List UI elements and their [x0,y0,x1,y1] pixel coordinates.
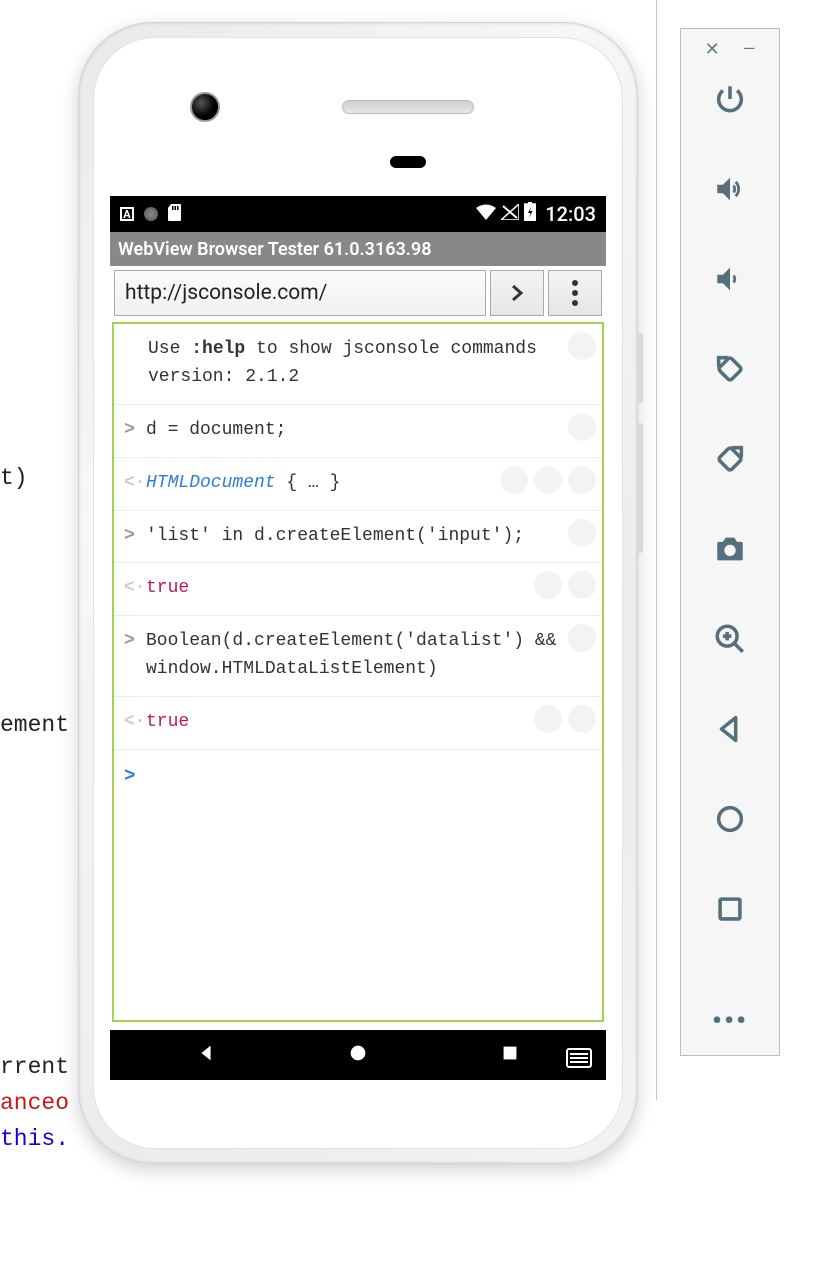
js-console[interactable]: Use :help to show jsconsole commands ver… [112,322,604,1022]
power-icon[interactable] [709,78,751,120]
row-action-icon[interactable] [568,413,596,441]
row-action-icon[interactable] [568,571,596,599]
row-action-icon[interactable] [500,466,528,494]
console-help: Use :help to show jsconsole commands ver… [114,324,602,405]
bg-code-frag: anceo [0,1090,69,1116]
rotate-left-icon[interactable] [709,348,751,390]
android-statusbar: A 12:03 [110,196,606,232]
row-action-icon[interactable] [534,705,562,733]
device-side-button [637,333,643,403]
volume-down-icon[interactable] [709,258,751,300]
console-result: true [146,575,588,603]
help-text: to show jsconsole commands [245,339,537,359]
signal-icon [501,204,519,225]
device-frame: A 12:03 [78,22,638,1164]
console-output-row: <· true [114,697,602,750]
row-action-icon[interactable] [568,332,596,360]
console-input-row: > d = document; [114,405,602,458]
console-result: true [146,709,588,737]
console-output-row: <· HTMLDocument { … } [114,458,602,511]
console-active-prompt[interactable]: > [114,750,602,803]
console-code: d = document; [146,417,588,445]
status-app-icon: A [120,207,134,221]
menu-button[interactable] [548,270,602,316]
nav-overview-icon[interactable] [499,1042,521,1068]
bg-code-frag: t) [0,465,28,491]
prompt-out-icon: <· [124,470,138,498]
url-input[interactable]: http://jsconsole.com/ [114,270,486,316]
status-circle-icon [144,207,158,221]
help-text: Use [148,339,191,359]
nav-keyboard-icon[interactable] [566,1048,592,1068]
prompt-active-icon: > [124,762,138,791]
bg-code-frag: this. [0,1126,69,1152]
device-camera [190,92,220,122]
device-sensor [390,156,426,168]
battery-icon [524,202,536,226]
row-action-icon[interactable] [568,624,596,652]
overview-icon[interactable] [709,888,751,930]
minimize-icon[interactable]: — [743,39,756,60]
more-icon[interactable]: ••• [712,1004,748,1037]
row-action-icon[interactable] [568,466,596,494]
volume-up-icon[interactable] [709,168,751,210]
zoom-icon[interactable] [709,618,751,660]
emulator-toolbar: ✕ — ••• [680,28,780,1056]
rotate-right-icon[interactable] [709,438,751,480]
row-action-icon[interactable] [534,571,562,599]
camera-icon[interactable] [709,528,751,570]
prompt-out-icon: <· [124,709,138,737]
row-action-icon[interactable] [568,705,596,733]
prompt-out-icon: <· [124,575,138,603]
close-icon[interactable]: ✕ [705,39,720,60]
app-title: WebView Browser Tester 61.0.3163.98 [118,239,432,260]
status-sd-icon [168,204,183,225]
back-icon[interactable] [709,708,751,750]
home-icon[interactable] [709,798,751,840]
row-action-icon[interactable] [568,519,596,547]
vertical-separator [656,0,657,1100]
wifi-icon [476,204,496,225]
android-navbar [110,1030,606,1080]
console-code: Boolean(d.createElement('datalist') && w… [146,628,588,684]
console-output-row: <· true [114,563,602,616]
app-titlebar: WebView Browser Tester 61.0.3163.98 [110,232,606,266]
status-clock: 12:03 [545,202,596,226]
console-input-row: > Boolean(d.createElement('datalist') &&… [114,616,602,697]
help-version: version: 2.1.2 [148,367,299,387]
device-screen: A 12:03 [110,196,606,1080]
url-toolbar: http://jsconsole.com/ [110,266,606,320]
menu-dots-icon [572,280,578,306]
row-action-icon[interactable] [534,466,562,494]
bg-code-frag: ement [0,712,69,738]
device-speaker [342,100,474,114]
console-input-row: > 'list' in d.createElement('input'); [114,511,602,564]
bg-code-frag: rrent [0,1054,69,1080]
url-text: http://jsconsole.com/ [125,281,327,305]
device-side-button [637,423,643,553]
prompt-in-icon: > [124,628,138,656]
help-command: :help [191,339,245,359]
nav-home-icon[interactable] [347,1042,369,1068]
prompt-in-icon: > [124,417,138,445]
nav-back-icon[interactable] [195,1042,217,1068]
prompt-in-icon: > [124,523,138,551]
go-button[interactable] [490,270,544,316]
console-code: 'list' in d.createElement('input'); [146,523,588,551]
